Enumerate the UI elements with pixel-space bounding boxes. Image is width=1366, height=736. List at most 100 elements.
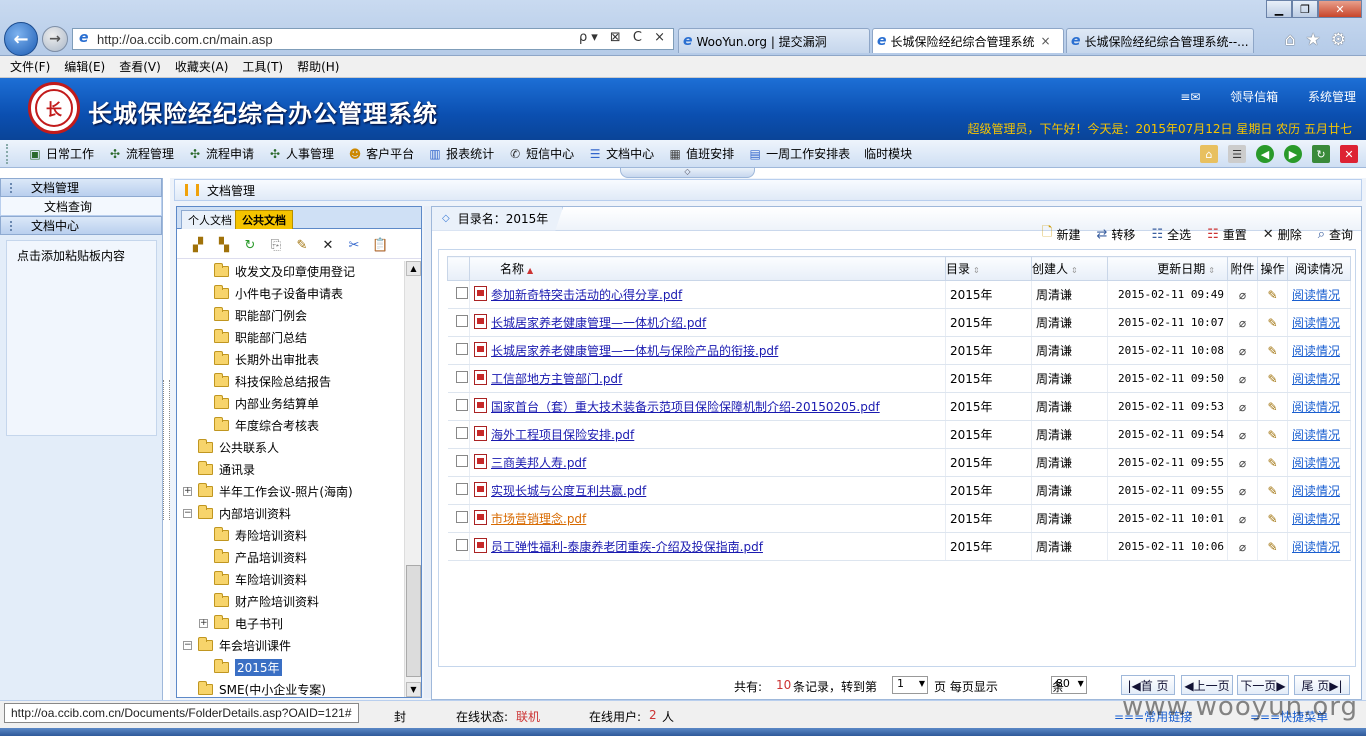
file-link[interactable]: 工信部地方主管部门.pdf	[491, 372, 622, 386]
tree-folder[interactable]: 产品培训资料	[199, 547, 307, 567]
tree-folder-label[interactable]: 内部业务结算单	[235, 395, 319, 412]
menu-help[interactable]: 帮助(H)	[297, 58, 339, 75]
toolbar-documents[interactable]: ☰ 文档中心	[588, 145, 654, 162]
tab-oa-2[interactable]: e 长城保险经纪综合管理系统--...	[1066, 28, 1254, 53]
system-admin-link[interactable]: 系统管理	[1308, 90, 1356, 104]
expand-icon[interactable]: +	[199, 618, 208, 628]
menu-favorites[interactable]: 收藏夹(A)	[175, 58, 229, 75]
nav-document-query[interactable]: 文档查询	[0, 197, 162, 216]
tab-public-docs[interactable]: 公共文档	[235, 210, 293, 229]
header-creator[interactable]: 创建人 ⇕	[1031, 256, 1108, 281]
nav-document-manage[interactable]: 文档管理	[0, 178, 162, 197]
collapse-icon[interactable]: −	[183, 508, 192, 518]
list-icon[interactable]: ☰	[1228, 145, 1246, 163]
move-button[interactable]: ⇄ 转移	[1097, 223, 1136, 245]
edit-icon[interactable]: ✎	[1267, 428, 1277, 442]
file-link[interactable]: 参加新奇特突击活动的心得分享.pdf	[491, 288, 682, 302]
edit-icon[interactable]: ✎	[1267, 400, 1277, 414]
home-icon[interactable]: ⌂	[1200, 145, 1218, 163]
address-bar[interactable]: e http://oa.ccib.com.cn/main.asp ρ▾ ⊠ C …	[72, 28, 674, 50]
tree-folder-label[interactable]: 内部培训资料	[219, 505, 291, 522]
tree-folder-label[interactable]: 小件电子设备申请表	[235, 285, 343, 302]
row-checkbox[interactable]	[455, 483, 468, 495]
edit-icon[interactable]: ✎	[1267, 372, 1277, 386]
file-link[interactable]: 员工弹性福利-泰康养老团重疾-介绍及投保指南.pdf	[491, 540, 763, 554]
toolbar-sms[interactable]: ✆ 短信中心	[508, 145, 574, 162]
tree-folder[interactable]: 年度综合考核表	[199, 415, 319, 435]
toolbar-daily-work[interactable]: ▣ 日常工作	[28, 145, 94, 162]
toolbar-week-plan[interactable]: ▤ 一周工作安排表	[748, 145, 850, 162]
close-window-button[interactable]: ✕	[1318, 0, 1362, 18]
cut-icon[interactable]: ✂	[346, 238, 362, 254]
tree-folder[interactable]: 公共联系人	[183, 437, 279, 457]
reset-button[interactable]: ☷ 重置	[1207, 223, 1247, 245]
read-status-link[interactable]: 阅读情况	[1292, 484, 1340, 498]
edit-icon[interactable]: ✎	[1267, 456, 1277, 470]
file-link[interactable]: 国家首台（套）重大技术装备示范项目保险保障机制介绍-20150205.pdf	[491, 400, 880, 414]
collapse-icon[interactable]: −	[183, 640, 192, 650]
address-tools[interactable]: ρ▾ ⊠ C ×	[579, 30, 669, 45]
file-link[interactable]: 长城居家养老健康管理—一体机与保险产品的衔接.pdf	[491, 344, 778, 358]
tree-folder[interactable]: 小件电子设备申请表	[199, 283, 343, 303]
toolbar-flow-manage[interactable]: ✣ 流程管理	[108, 145, 174, 162]
tree-folder-label[interactable]: 长期外出审批表	[235, 351, 319, 368]
toolbar-customer[interactable]: ☻ 客户平台	[348, 145, 414, 162]
page-select[interactable]: 1	[892, 676, 928, 694]
file-link[interactable]: 实现长城与公度互利共赢.pdf	[491, 484, 646, 498]
share-folder-icon[interactable]: ▚	[216, 238, 232, 254]
forward-button[interactable]: →	[42, 26, 68, 52]
back-icon[interactable]: ◀	[1256, 145, 1274, 163]
tree-folder-label[interactable]: 年度综合考核表	[235, 417, 319, 434]
edit-icon[interactable]: ✎	[1267, 316, 1277, 330]
row-checkbox[interactable]	[455, 511, 468, 523]
expand-icon[interactable]: +	[183, 486, 192, 496]
edit-icon[interactable]: ✎	[1267, 540, 1277, 554]
tree-folder-label[interactable]: 寿险培训资料	[235, 527, 307, 544]
toolbar-hr[interactable]: ✣ 人事管理	[268, 145, 334, 162]
scroll-up-icon[interactable]: ▲	[406, 261, 421, 276]
tree-folder-label[interactable]: 财产险培训资料	[235, 593, 319, 610]
file-link[interactable]: 市场营销理念.pdf	[491, 512, 586, 526]
tree-folder[interactable]: 通讯录	[183, 459, 255, 479]
read-status-link[interactable]: 阅读情况	[1292, 428, 1340, 442]
tree-folder-label[interactable]: 公共联系人	[219, 439, 279, 456]
paperclip-icon[interactable]: ⌀	[1239, 344, 1246, 358]
new-button[interactable]: 🗋 新建	[1042, 223, 1080, 245]
tree-folder[interactable]: 收发文及印章使用登记	[199, 261, 355, 281]
paperclip-icon[interactable]: ⌀	[1239, 456, 1246, 470]
row-checkbox[interactable]	[455, 315, 468, 327]
maximize-button[interactable]: ❐	[1292, 0, 1318, 18]
paperclip-icon[interactable]: ⌀	[1239, 512, 1246, 526]
back-button[interactable]: ←	[4, 22, 38, 56]
read-status-link[interactable]: 阅读情况	[1292, 512, 1340, 526]
read-status-link[interactable]: 阅读情况	[1292, 540, 1340, 554]
tree-folder[interactable]: 科技保险总结报告	[199, 371, 331, 391]
tab-oa-active[interactable]: e 长城保险经纪综合管理系统 ×	[872, 28, 1064, 53]
read-status-link[interactable]: 阅读情况	[1292, 316, 1340, 330]
tree-folder[interactable]: − 内部培训资料	[183, 503, 291, 523]
paperclip-icon[interactable]: ⌀	[1239, 540, 1246, 554]
read-status-link[interactable]: 阅读情况	[1292, 456, 1340, 470]
scroll-down-icon[interactable]: ▼	[406, 682, 421, 697]
tree-folder-label[interactable]: 通讯录	[219, 461, 255, 478]
tree-folder[interactable]: + 半年工作会议-照片(海南)	[183, 481, 353, 501]
settings-gear-icon[interactable]: ⚙	[1331, 30, 1356, 50]
menu-edit[interactable]: 编辑(E)	[64, 58, 105, 75]
edit-icon[interactable]: ✎	[1267, 512, 1277, 526]
row-checkbox[interactable]	[455, 427, 468, 439]
minimize-button[interactable]: ▁	[1266, 0, 1292, 18]
read-status-link[interactable]: 阅读情况	[1292, 400, 1340, 414]
read-status-link[interactable]: 阅读情况	[1292, 372, 1340, 386]
scroll-thumb[interactable]	[406, 565, 421, 677]
tab-personal-docs[interactable]: 个人文档	[181, 210, 239, 229]
paperclip-icon[interactable]: ⌀	[1239, 288, 1246, 302]
paste-icon[interactable]: 📋	[372, 238, 388, 254]
row-checkbox[interactable]	[455, 343, 468, 355]
tree-folder[interactable]: 职能部门例会	[199, 305, 307, 325]
new-folder-icon[interactable]: ▞	[190, 238, 206, 254]
leader-mailbox-link[interactable]: ≡✉ 领导信箱	[1180, 90, 1278, 104]
row-checkbox[interactable]	[455, 539, 468, 551]
close-tab-icon[interactable]: ×	[1041, 34, 1051, 48]
tree-scrollbar[interactable]: ▲ ▼	[404, 261, 421, 697]
tree-folder-label[interactable]: 半年工作会议-照片(海南)	[219, 483, 353, 500]
